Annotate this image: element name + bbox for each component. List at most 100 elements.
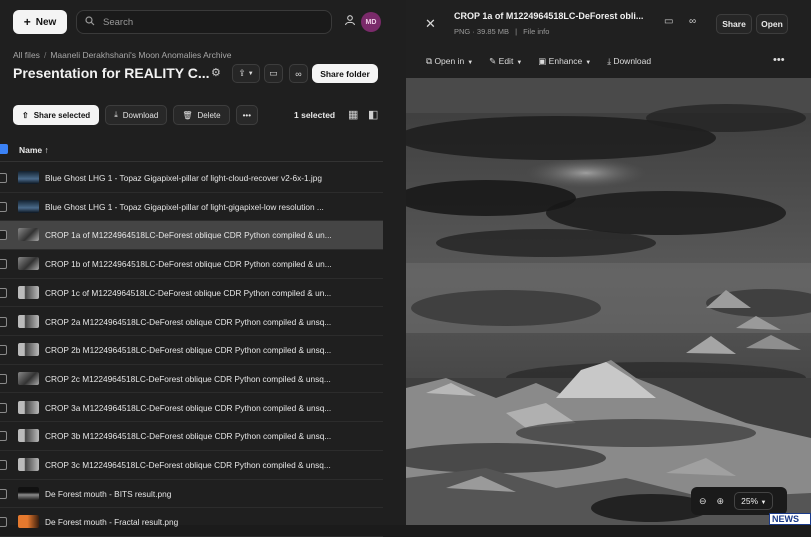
download-icon: ⤓ <box>114 110 118 119</box>
upload-button[interactable]: ⇪ ▼ <box>232 64 260 83</box>
top-bar: + New Search MD <box>0 0 406 44</box>
row-checkbox[interactable] <box>0 373 7 384</box>
comment-icon[interactable]: ▭ <box>664 16 673 27</box>
file-thumbnail <box>18 458 39 471</box>
breadcrumb: All files / Maaneli Derakhshani's Moon Ano… <box>13 50 232 60</box>
file-name[interactable]: De Forest mouth - Fractal result.png <box>45 517 178 527</box>
row-checkbox[interactable] <box>0 460 7 470</box>
file-row[interactable]: Blue Ghost LHG 1 - Topaz Gigapixel-pilla… <box>0 164 383 193</box>
file-thumbnail <box>18 515 39 529</box>
zoom-in-icon[interactable]: ⊕ <box>717 496 725 507</box>
row-checkbox[interactable] <box>0 402 7 413</box>
file-name[interactable]: CROP 1c of M1224964518LC-DeForest obliqu… <box>45 288 331 298</box>
preview-header: ✕ CROP 1a of M1224964518LC-DeForest obli… <box>406 0 811 78</box>
close-icon[interactable]: ✕ <box>425 16 436 32</box>
chevron-down-icon: ▼ <box>467 60 474 66</box>
enhance-menu[interactable]: ▣ Enhance ▼ <box>538 56 591 67</box>
select-all-checkbox[interactable] <box>0 144 8 154</box>
share-folder-button[interactable]: Share folder <box>312 64 378 83</box>
sort-up-icon: ↑ <box>44 145 49 155</box>
file-row[interactable]: De Forest mouth - BITS result.png <box>0 480 383 509</box>
share-button[interactable]: Share <box>716 14 752 34</box>
row-checkbox[interactable] <box>0 230 7 241</box>
zoom-out-icon[interactable]: ⊖ <box>699 496 707 507</box>
file-type-size: PNG · 39.85 MB <box>454 27 510 36</box>
file-row[interactable]: CROP 1b of M1224964518LC-DeForest obliqu… <box>0 250 383 279</box>
grid-view-icon[interactable]: ▦ <box>348 108 358 121</box>
file-row[interactable]: CROP 2b M1224964518LC-DeForest oblique C… <box>0 336 383 365</box>
download-tool[interactable]: ⤓ Download <box>607 56 651 67</box>
file-thumbnail <box>18 228 39 242</box>
person-icon[interactable] <box>342 14 358 30</box>
new-button[interactable]: + New <box>13 10 67 34</box>
delete-button[interactable]: 🗑 Delete <box>173 105 230 125</box>
name-column-header[interactable]: Name ↑ <box>19 145 49 155</box>
file-name[interactable]: CROP 1a of M1224964518LC-DeForest obliqu… <box>45 230 332 240</box>
more-icon[interactable]: ••• <box>773 54 785 66</box>
file-row[interactable]: CROP 1a of M1224964518LC-DeForest obliqu… <box>0 221 383 250</box>
panel-toggle-icon[interactable]: ◧ <box>368 108 378 121</box>
file-name[interactable]: Blue Ghost LHG 1 - Topaz Gigapixel-pilla… <box>45 202 324 212</box>
row-checkbox[interactable] <box>0 259 7 270</box>
share-selected-button[interactable]: ⇧ Share selected <box>13 105 100 125</box>
search-placeholder: Search <box>103 16 134 28</box>
file-name[interactable]: CROP 3c M1224964518LC-DeForest oblique C… <box>45 460 331 470</box>
row-checkbox[interactable] <box>0 287 7 298</box>
file-info-link[interactable]: File info <box>523 27 549 36</box>
file-row[interactable]: De Forest mouth - Fractal result.png <box>0 508 383 537</box>
preview-toolbar: ⧉ Open in ▼ ✎ Edit ▼ ▣ Enhance ▼ ⤓ Download <box>426 56 651 67</box>
file-name[interactable]: CROP 2a M1224964518LC-DeForest oblique C… <box>45 317 331 327</box>
link-icon: ∞ <box>295 68 302 79</box>
row-checkbox[interactable] <box>0 316 7 327</box>
link-icon[interactable]: ∞ <box>689 16 696 27</box>
file-name[interactable]: Blue Ghost LHG 1 - Topaz Gigapixel-pilla… <box>45 173 322 183</box>
file-name[interactable]: CROP 2c M1224964518LC-DeForest oblique C… <box>45 374 331 384</box>
search-icon <box>85 15 95 29</box>
file-row[interactable]: CROP 3c M1224964518LC-DeForest oblique C… <box>0 451 383 480</box>
upload-icon: ⇪ <box>238 68 246 78</box>
file-thumbnail <box>18 257 39 271</box>
file-row[interactable]: CROP 3a M1224964518LC-DeForest oblique C… <box>0 394 383 423</box>
open-in-label: Open in <box>434 56 465 66</box>
copy-link-button[interactable]: ∞ <box>289 64 308 83</box>
pencil-icon: ✎ <box>489 56 499 66</box>
breadcrumb-root[interactable]: All files <box>13 50 40 60</box>
gear-icon[interactable]: ⚙ <box>211 66 221 79</box>
share-icon: ⇧ <box>22 110 29 120</box>
zoom-value: 25% <box>741 496 759 506</box>
avatar[interactable]: MD <box>361 12 381 32</box>
file-thumbnail <box>18 400 39 414</box>
image-preview[interactable]: ⊖ ⊕ 25% ▼ NEWS <box>406 78 811 525</box>
search-input[interactable]: Search <box>76 10 332 34</box>
file-thumbnail <box>18 171 39 184</box>
open-in-menu[interactable]: ⧉ Open in ▼ <box>426 56 473 67</box>
file-name[interactable]: CROP 3a M1224964518LC-DeForest oblique C… <box>45 403 331 413</box>
file-name[interactable]: CROP 1b of M1224964518LC-DeForest obliqu… <box>45 259 332 269</box>
edit-menu[interactable]: ✎ Edit ▼ <box>489 56 522 67</box>
row-checkbox[interactable] <box>0 173 7 183</box>
file-name[interactable]: De Forest mouth - BITS result.png <box>45 489 171 499</box>
file-name[interactable]: CROP 3b M1224964518LC-DeForest oblique C… <box>45 431 331 441</box>
row-checkbox[interactable] <box>0 431 7 442</box>
open-button[interactable]: Open <box>756 14 788 34</box>
row-checkbox[interactable] <box>0 201 7 212</box>
name-column-label: Name <box>19 145 43 155</box>
file-row[interactable]: Blue Ghost LHG 1 - Topaz Gigapixel-pilla… <box>0 193 383 222</box>
share-folder-label: Share folder <box>320 68 370 79</box>
row-checkbox[interactable] <box>0 488 7 499</box>
file-row[interactable]: CROP 3b M1224964518LC-DeForest oblique C… <box>0 422 383 451</box>
download-button[interactable]: ⤓ Download <box>105 105 168 125</box>
file-row[interactable]: CROP 1c of M1224964518LC-DeForest obliqu… <box>0 279 383 308</box>
new-folder-button[interactable]: ▭ <box>264 64 283 83</box>
file-name[interactable]: CROP 2b M1224964518LC-DeForest oblique C… <box>45 345 331 355</box>
file-row[interactable]: CROP 2c M1224964518LC-DeForest oblique C… <box>0 365 383 394</box>
download-label: Download <box>122 110 159 120</box>
zoom-select[interactable]: 25% ▼ <box>734 492 774 510</box>
row-checkbox[interactable] <box>0 345 7 356</box>
breadcrumb-folder[interactable]: Maaneli Derakhshani's Moon Anomalies Arc… <box>50 50 231 60</box>
more-icon: ••• <box>242 110 251 120</box>
table-header <box>0 140 383 162</box>
more-actions-button[interactable]: ••• <box>235 105 258 125</box>
row-checkbox[interactable] <box>0 517 7 528</box>
file-row[interactable]: CROP 2a M1224964518LC-DeForest oblique C… <box>0 308 383 336</box>
